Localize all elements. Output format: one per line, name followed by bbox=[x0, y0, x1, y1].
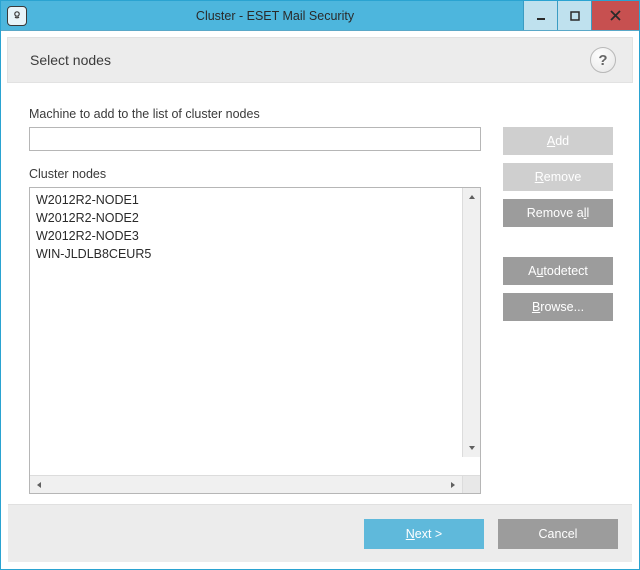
content-area: Select nodes ? Machine to add to the lis… bbox=[1, 31, 639, 569]
page-title: Select nodes bbox=[30, 52, 111, 68]
close-button[interactable] bbox=[591, 1, 639, 30]
wizard-header: Select nodes ? bbox=[7, 37, 633, 83]
maximize-button[interactable] bbox=[557, 1, 591, 30]
cluster-nodes-listbox[interactable]: W2012R2-NODE1 W2012R2-NODE2 W2012R2-NODE… bbox=[29, 187, 481, 494]
horizontal-scrollbar[interactable] bbox=[30, 475, 480, 493]
scroll-right-button[interactable] bbox=[444, 476, 462, 493]
list-item[interactable]: W2012R2-NODE1 bbox=[36, 191, 478, 209]
scroll-left-button[interactable] bbox=[30, 476, 48, 493]
machine-input[interactable] bbox=[29, 127, 481, 151]
titlebar[interactable]: Cluster - ESET Mail Security bbox=[1, 1, 639, 31]
list-viewport: W2012R2-NODE1 W2012R2-NODE2 W2012R2-NODE… bbox=[30, 188, 480, 475]
add-button-label: A bbox=[547, 134, 555, 148]
autodetect-button[interactable]: Autodetect bbox=[503, 257, 613, 285]
list-item[interactable]: W2012R2-NODE3 bbox=[36, 227, 478, 245]
left-column: Machine to add to the list of cluster no… bbox=[29, 107, 481, 494]
right-column: Add Remove Remove all Autodetect Browse.… bbox=[503, 107, 613, 494]
list-item[interactable]: WIN-JLDLB8CEUR5 bbox=[36, 245, 478, 263]
scroll-up-button[interactable] bbox=[463, 188, 480, 206]
nodes-list-label: Cluster nodes bbox=[29, 167, 481, 181]
remove-button[interactable]: Remove bbox=[503, 163, 613, 191]
minimize-button[interactable] bbox=[523, 1, 557, 30]
list-item[interactable]: W2012R2-NODE2 bbox=[36, 209, 478, 227]
browse-button[interactable]: Browse... bbox=[503, 293, 613, 321]
scroll-down-button[interactable] bbox=[463, 439, 480, 457]
wizard-footer: Next > Cancel bbox=[8, 504, 632, 562]
remove-button-label: R bbox=[535, 170, 544, 184]
cancel-button[interactable]: Cancel bbox=[498, 519, 618, 549]
window-title: Cluster - ESET Mail Security bbox=[27, 9, 523, 23]
scroll-corner bbox=[462, 476, 480, 493]
add-button[interactable]: Add bbox=[503, 127, 613, 155]
scroll-track-h[interactable] bbox=[48, 476, 444, 493]
remove-all-button[interactable]: Remove all bbox=[503, 199, 613, 227]
app-icon bbox=[7, 6, 27, 26]
machine-input-label: Machine to add to the list of cluster no… bbox=[29, 107, 481, 121]
window-controls bbox=[523, 1, 639, 30]
vertical-scrollbar[interactable] bbox=[462, 188, 480, 457]
scroll-track-v[interactable] bbox=[463, 206, 480, 439]
help-button[interactable]: ? bbox=[590, 47, 616, 73]
wizard-body: Machine to add to the list of cluster no… bbox=[7, 83, 633, 504]
next-button[interactable]: Next > bbox=[364, 519, 484, 549]
window-frame: Cluster - ESET Mail Security Select node… bbox=[0, 0, 640, 570]
